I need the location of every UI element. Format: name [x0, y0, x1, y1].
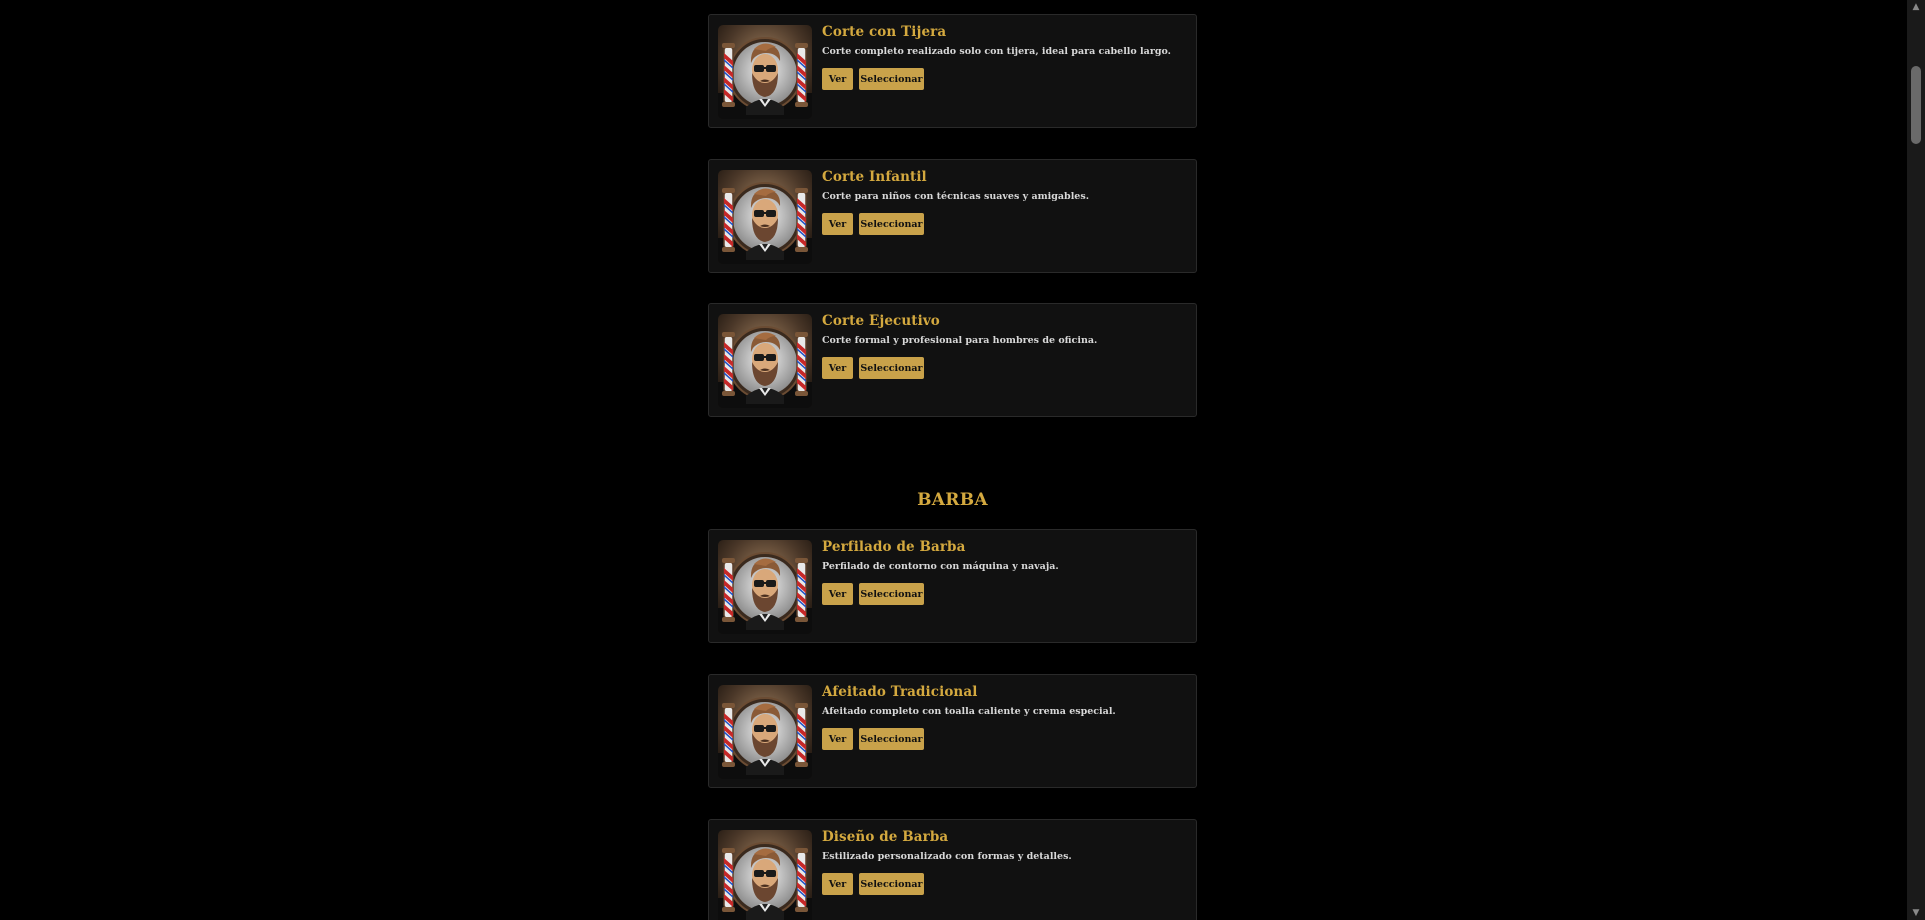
section-heading-barba: BARBA: [917, 490, 988, 510]
select-button[interactable]: Seleccionar: [859, 728, 924, 750]
view-button[interactable]: Ver: [822, 357, 853, 379]
barber-logo-image: [718, 685, 812, 779]
service-card: Corte Infantil Corte para niños con técn…: [708, 159, 1197, 273]
service-title: Perfilado de Barba: [822, 539, 966, 555]
service-card: Afeitado Tradicional Afeitado completo c…: [708, 674, 1197, 788]
view-button[interactable]: Ver: [822, 583, 853, 605]
scrollbar-thumb[interactable]: [1911, 66, 1921, 144]
barber-logo-image: [718, 830, 812, 920]
barber-logo-image: [718, 540, 812, 634]
select-button[interactable]: Seleccionar: [859, 873, 924, 895]
service-description: Estilizado personalizado con formas y de…: [822, 851, 1072, 862]
service-description: Corte para niños con técnicas suaves y a…: [822, 191, 1090, 202]
select-button[interactable]: Seleccionar: [859, 213, 924, 235]
barber-logo-image: [718, 314, 812, 408]
select-button[interactable]: Seleccionar: [859, 357, 924, 379]
service-title: Corte con Tijera: [822, 24, 947, 40]
view-button[interactable]: Ver: [822, 68, 853, 90]
barber-logo-image: [718, 170, 812, 264]
service-card: Corte con Tijera Corte completo realizad…: [708, 14, 1197, 128]
view-button[interactable]: Ver: [822, 728, 853, 750]
select-button[interactable]: Seleccionar: [859, 583, 924, 605]
service-title: Corte Ejecutivo: [822, 313, 940, 329]
service-description: Corte formal y profesional para hombres …: [822, 335, 1098, 346]
service-title: Corte Infantil: [822, 169, 927, 185]
service-card: Corte Ejecutivo Corte formal y profesion…: [708, 303, 1197, 417]
view-button[interactable]: Ver: [822, 873, 853, 895]
service-description: Perfilado de contorno con máquina y nava…: [822, 561, 1059, 572]
select-button[interactable]: Seleccionar: [859, 68, 924, 90]
barber-logo-image: [718, 25, 812, 119]
service-description: Afeitado completo con toalla caliente y …: [822, 706, 1116, 717]
service-description: Corte completo realizado solo con tijera…: [822, 46, 1171, 57]
triangle-down-icon[interactable]: ▼: [1907, 906, 1925, 920]
view-button[interactable]: Ver: [822, 213, 853, 235]
vertical-scrollbar[interactable]: ▲ ▼: [1907, 0, 1925, 920]
triangle-up-icon[interactable]: ▲: [1907, 0, 1925, 14]
services-page: Corte con Tijera Corte completo realizad…: [0, 0, 1907, 920]
service-card: Diseño de Barba Estilizado personalizado…: [708, 819, 1197, 920]
service-card: Perfilado de Barba Perfilado de contorno…: [708, 529, 1197, 643]
service-title: Afeitado Tradicional: [822, 684, 978, 700]
service-title: Diseño de Barba: [822, 829, 949, 845]
